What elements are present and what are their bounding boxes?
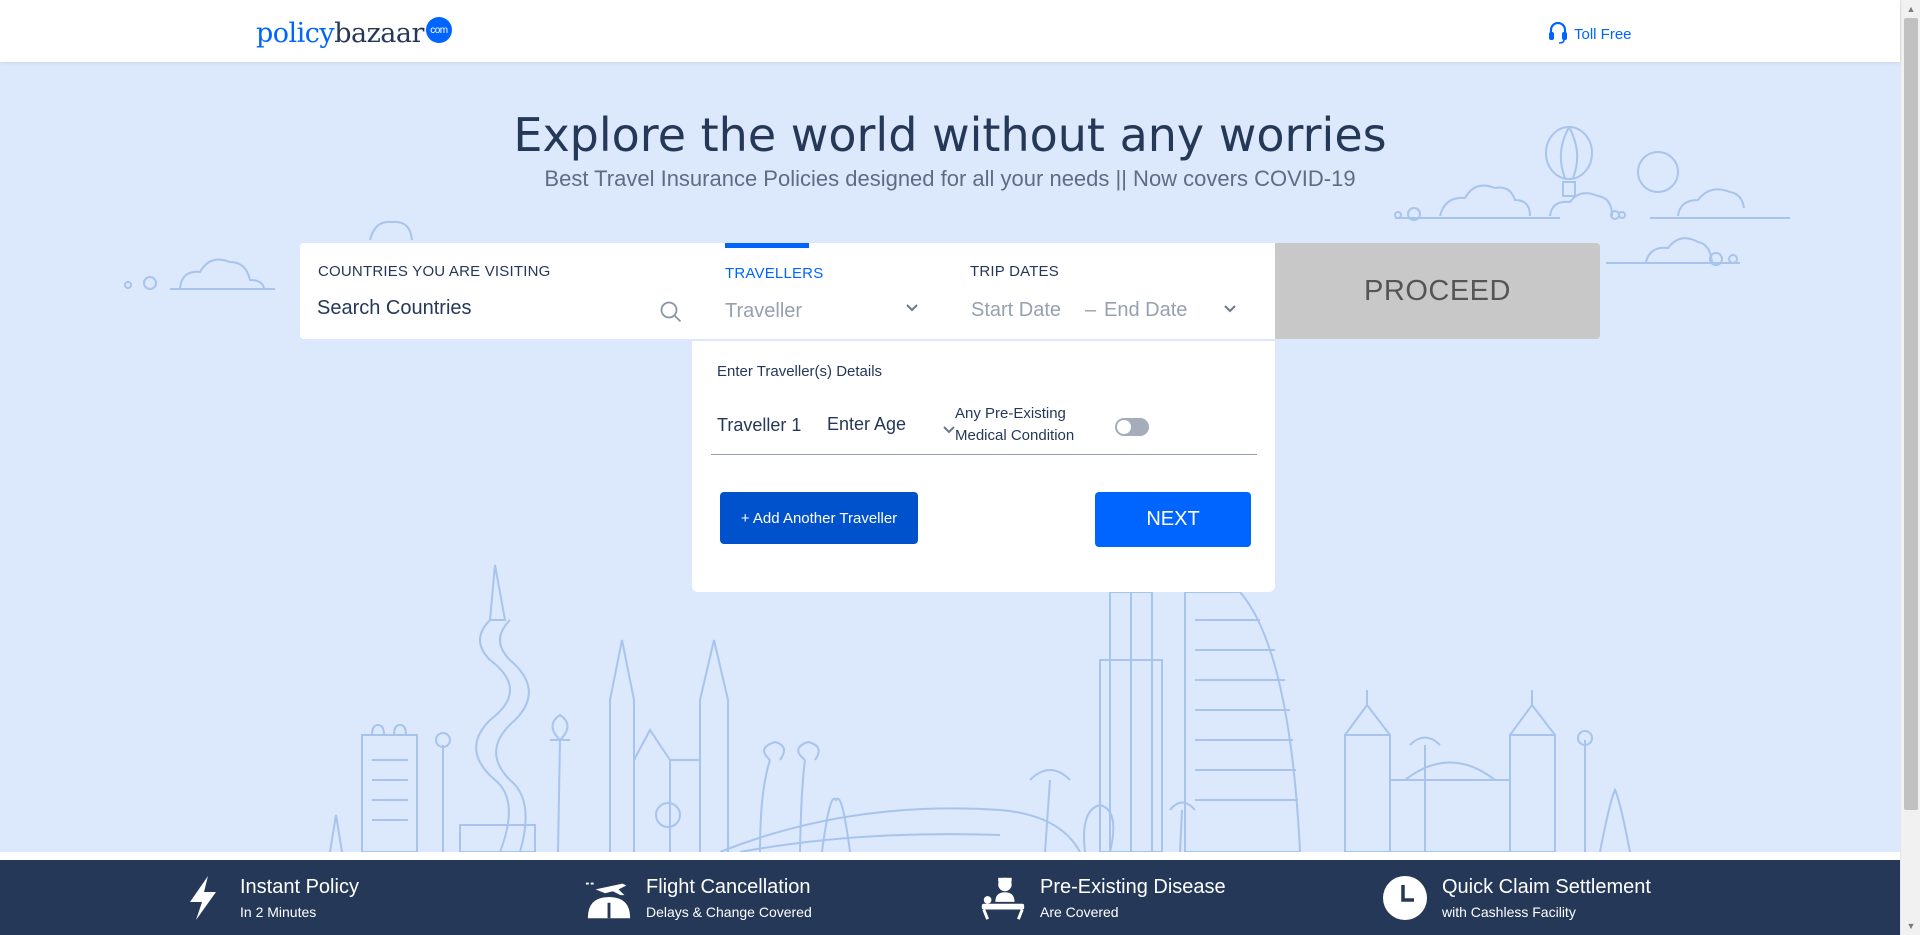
start-date-field[interactable]: Start Date [971,299,1061,322]
chevron-down-icon[interactable] [1223,301,1237,319]
logo-text-bazaar: bazaar [334,17,424,49]
traveller-select[interactable]: Traveller [725,300,925,330]
countries-label: COUNTRIES YOU ARE VISITING [318,263,551,280]
clock-icon [1380,873,1430,923]
add-traveller-button[interactable]: + Add Another Traveller [720,492,918,544]
feature-title: Quick Claim Settlement [1442,875,1651,898]
travellers-label[interactable]: TRAVELLERS [725,265,823,282]
traveller-row: Traveller 1 Enter Age Any Pre-Existing M… [711,401,1257,455]
feature-title: Pre-Existing Disease [1040,875,1226,898]
feature-pre-existing-disease: Pre-Existing Disease Are Covered [978,860,1226,935]
age-select[interactable]: Enter Age [827,414,906,435]
scrollbar-thumb[interactable] [1904,18,1918,810]
feature-instant-policy: Instant Policy In 2 Minutes [178,860,359,935]
end-date-field[interactable]: End Date [1104,299,1187,322]
scroll-up-icon[interactable]: ▲ [1905,3,1917,15]
feature-subtitle: In 2 Minutes [240,903,317,920]
headset-icon [1548,20,1568,48]
divider [0,852,1900,860]
logo-text-policy: policy [256,17,335,49]
scroll-down-icon[interactable]: ▼ [1905,920,1917,932]
feature-title: Instant Policy [240,875,359,898]
chevron-down-icon[interactable] [905,300,919,318]
site-header: policy bazaar com Toll Free [0,0,1900,62]
traveller-details-panel: Enter Traveller(s) Details Traveller 1 E… [692,341,1275,592]
feature-subtitle: Delays & Change Covered [646,903,812,920]
travellers-tab-indicator [725,243,809,248]
pre-existing-line1: Any Pre-Existing [955,405,1066,422]
country-search-input[interactable] [317,293,657,323]
plane-icon [584,873,634,923]
feature-quick-claim: Quick Claim Settlement with Cashless Fac… [1380,860,1651,935]
date-separator: – [1085,299,1097,321]
pre-existing-line2: Medical Condition [955,427,1075,444]
feature-subtitle: Are Covered [1040,903,1119,920]
hero-title: Explore the world without any worries [513,108,1387,162]
lightning-icon [178,873,228,923]
pre-existing-label: Any Pre-Existing Medical Condition [955,403,1074,447]
doctor-icon [978,873,1028,923]
hero-subtitle: Best Travel Insurance Policies designed … [544,166,1356,191]
trip-dates-label: TRIP DATES [970,263,1059,280]
toll-free-link[interactable]: Toll Free [1548,20,1632,48]
feature-subtitle: with Cashless Facility [1442,903,1576,920]
features-bar: Instant Policy In 2 Minutes Flight Cance… [0,860,1900,935]
traveller-1-label: Traveller 1 [717,415,802,435]
next-button[interactable]: NEXT [1095,492,1251,547]
feature-title: Flight Cancellation [646,875,811,898]
logo-com-badge: com [425,17,452,43]
search-icon[interactable] [660,301,682,328]
feature-flight-cancellation: Flight Cancellation Delays & Change Cove… [584,860,812,935]
policybazaar-logo[interactable]: policy bazaar com [256,16,452,50]
toll-free-label: Toll Free [1574,25,1632,43]
pre-existing-toggle[interactable] [1115,418,1149,436]
chevron-down-icon[interactable] [942,422,956,440]
panel-title: Enter Traveller(s) Details [717,363,883,380]
proceed-button[interactable]: PROCEED [1275,243,1600,339]
vertical-scrollbar[interactable]: ▲ ▼ [1900,0,1920,935]
